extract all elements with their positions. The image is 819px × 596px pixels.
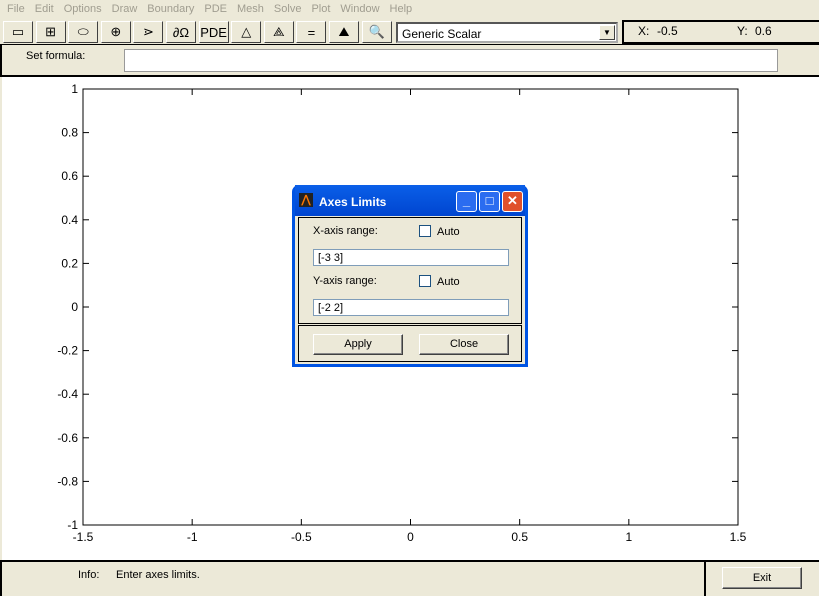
- menu-solve[interactable]: Solve: [269, 0, 307, 18]
- menu-draw[interactable]: Draw: [107, 0, 143, 18]
- mesh-button[interactable]: △: [231, 21, 262, 43]
- dialog-body: X-axis range: Auto [-3 3] Y-axis range: …: [295, 216, 525, 364]
- x-auto-label: Auto: [437, 226, 460, 238]
- refine-mesh-icon: ⟁: [272, 24, 285, 39]
- rectangle-center-icon: ⊞: [45, 24, 57, 39]
- menu-file[interactable]: File: [2, 0, 30, 18]
- y-tick-label: 0.8: [61, 126, 78, 140]
- coordinate-readout: X: -0.5 Y: 0.6: [622, 20, 819, 44]
- x-range-label: X-axis range:: [313, 225, 378, 237]
- mesh-icon: △: [241, 24, 252, 39]
- y-value: 0.6: [755, 24, 772, 38]
- ellipse-button[interactable]: ⬭: [68, 21, 99, 43]
- menu-plot[interactable]: Plot: [306, 0, 335, 18]
- boundary-icon: ∂Ω: [172, 24, 190, 40]
- x-tick-label: -1.5: [73, 530, 94, 544]
- y-tick-label: 1: [71, 82, 78, 96]
- ellipse-icon: ⬭: [77, 24, 89, 39]
- solve-button[interactable]: =: [296, 21, 327, 43]
- x-tick-label: 0: [407, 530, 414, 544]
- refine-mesh-button[interactable]: ⟁: [263, 21, 294, 43]
- y-tick-label: -0.2: [57, 344, 78, 358]
- matlab-logo-icon: ⋀: [299, 193, 313, 207]
- dialog-title-bar[interactable]: ⋀ Axes Limits _ □ ✕: [295, 185, 525, 216]
- menu-window[interactable]: Window: [335, 0, 384, 18]
- menu-options[interactable]: Options: [59, 0, 107, 18]
- pde-icon: PDE: [200, 24, 227, 40]
- info-text: Enter axes limits.: [116, 569, 200, 581]
- boundary-button[interactable]: ∂Ω: [166, 21, 196, 43]
- menu-pde[interactable]: PDE: [199, 0, 232, 18]
- close-window-button[interactable]: ✕: [502, 191, 523, 212]
- maximize-button[interactable]: □: [479, 191, 500, 212]
- ellipse-center-icon: ⊕: [110, 24, 122, 39]
- x-tick-label: 1.5: [730, 530, 747, 544]
- minimize-button[interactable]: _: [456, 191, 477, 212]
- x-label: X:: [638, 24, 650, 38]
- y-tick-label: 0.6: [61, 169, 78, 183]
- polygon-button[interactable]: ⋗: [133, 21, 164, 43]
- menu-edit[interactable]: Edit: [30, 0, 59, 18]
- rectangle-center-button[interactable]: ⊞: [35, 21, 66, 43]
- y-tick-label: -0.4: [57, 387, 78, 401]
- plot-button[interactable]: ⛰: [329, 21, 359, 43]
- zoom-button[interactable]: 🔍: [361, 21, 392, 43]
- y-auto-label: Auto: [437, 276, 460, 288]
- x-tick-label: 0.5: [511, 530, 528, 544]
- menu-mesh[interactable]: Mesh: [232, 0, 269, 18]
- application-mode-select[interactable]: Generic Scalar ▼: [396, 22, 618, 43]
- chevron-down-icon[interactable]: ▼: [599, 25, 615, 40]
- axes-limits-dialog: ⋀ Axes Limits _ □ ✕ X-axis range: Auto […: [292, 185, 528, 367]
- y-tick-label: -0.8: [57, 474, 78, 488]
- menu-bar: File Edit Options Draw Boundary PDE Mesh Solve P…: [0, 0, 819, 18]
- x-tick-label: 1: [625, 530, 632, 544]
- y-tick-label: 0.4: [61, 213, 78, 227]
- menu-boundary[interactable]: Boundary: [142, 0, 199, 18]
- formula-input[interactable]: [124, 49, 778, 72]
- x-range-input[interactable]: [-3 3]: [313, 249, 509, 266]
- x-tick-label: -1: [187, 530, 198, 544]
- application-mode-value: Generic Scalar: [402, 27, 482, 41]
- x-value: -0.5: [657, 24, 678, 38]
- plot-icon: ⛰: [338, 24, 350, 39]
- polygon-icon: ⋗: [142, 24, 154, 39]
- y-range-input[interactable]: [-2 2]: [313, 299, 509, 316]
- status-bar: Info: Enter axes limits.: [0, 560, 819, 596]
- info-label: Info:: [78, 569, 100, 581]
- dialog-title: Axes Limits: [319, 195, 387, 209]
- close-button[interactable]: Close: [419, 334, 509, 355]
- rectangle-icon: ▭: [11, 24, 25, 39]
- pde-button[interactable]: PDE: [198, 21, 229, 43]
- y-tick-label: 0.2: [61, 256, 78, 270]
- y-tick-label: 0: [71, 300, 78, 314]
- x-auto-checkbox[interactable]: [419, 225, 431, 237]
- y-label: Y:: [737, 24, 748, 38]
- solve-icon: =: [307, 24, 316, 40]
- ellipse-center-button[interactable]: ⊕: [100, 21, 131, 43]
- rectangle-button[interactable]: ▭: [3, 21, 33, 43]
- status-divider: [704, 561, 706, 596]
- y-tick-label: -1: [67, 518, 78, 532]
- x-tick-label: -0.5: [291, 530, 312, 544]
- y-range-label: Y-axis range:: [313, 275, 377, 287]
- exit-button[interactable]: Exit: [722, 567, 802, 589]
- apply-button[interactable]: Apply: [313, 334, 403, 355]
- menu-help[interactable]: Help: [385, 0, 418, 18]
- formula-label: Set formula:: [26, 50, 86, 62]
- y-tick-label: -0.6: [57, 431, 78, 445]
- y-auto-checkbox[interactable]: [419, 275, 431, 287]
- zoom-icon: 🔍: [368, 24, 385, 39]
